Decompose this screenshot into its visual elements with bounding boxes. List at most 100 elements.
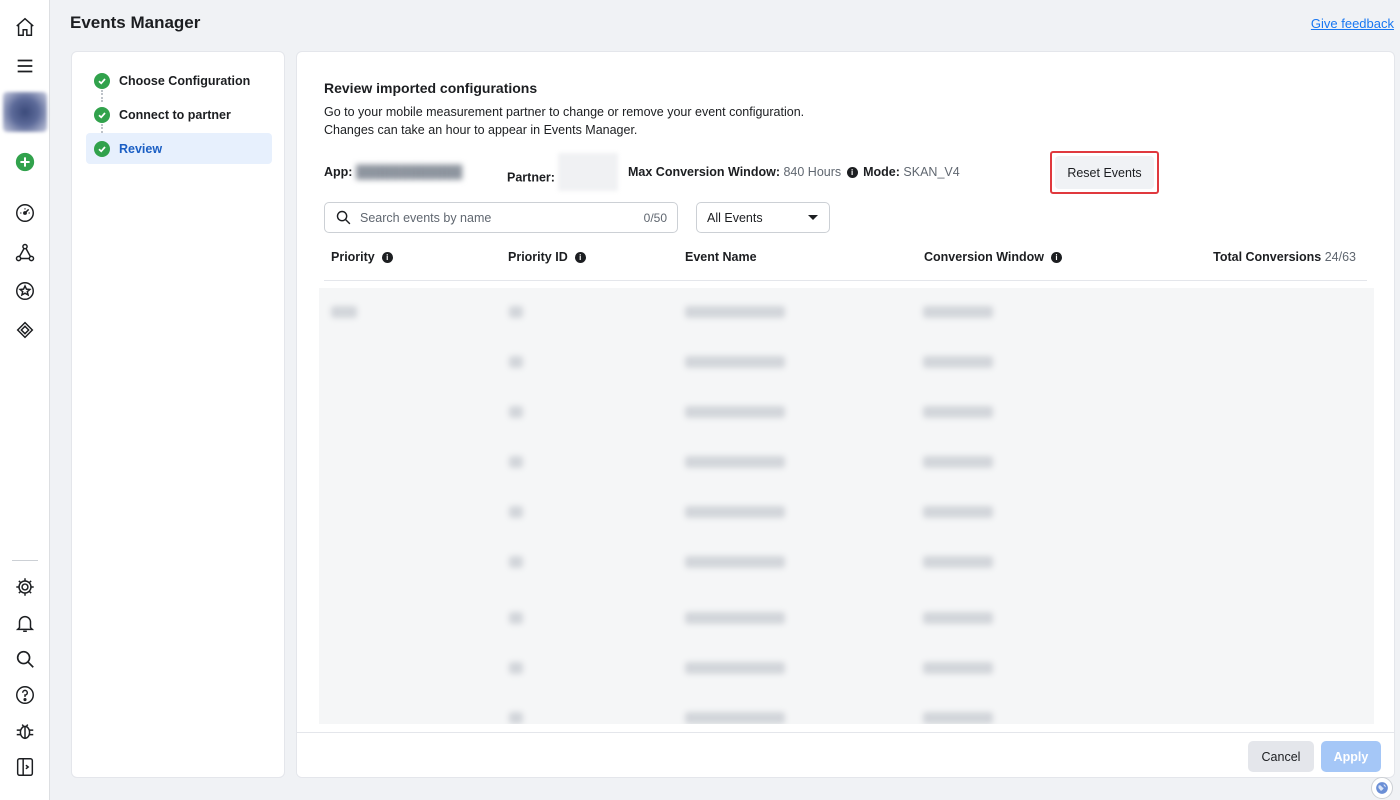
step-connect-to-partner[interactable]: Connect to partner bbox=[86, 99, 272, 130]
window-cell-redacted bbox=[923, 456, 993, 468]
add-icon[interactable] bbox=[13, 150, 37, 174]
column-label: Priority bbox=[331, 250, 375, 264]
event-name-cell-redacted bbox=[685, 506, 785, 518]
table-row[interactable] bbox=[319, 388, 1374, 438]
info-icon[interactable]: i bbox=[1051, 251, 1063, 263]
window-cell-redacted bbox=[923, 612, 993, 624]
search-char-count: 0/50 bbox=[643, 210, 667, 225]
account-avatar[interactable] bbox=[3, 92, 47, 132]
apply-button[interactable]: Apply bbox=[1321, 741, 1381, 772]
priority-id-cell-redacted bbox=[509, 306, 523, 318]
notifications-icon[interactable] bbox=[13, 611, 37, 635]
event-name-cell-redacted bbox=[685, 406, 785, 418]
events-table-body bbox=[319, 288, 1374, 724]
column-header-total-conversions: Total Conversions 24/63 bbox=[1213, 250, 1356, 264]
reset-events-button[interactable]: Reset Events bbox=[1055, 156, 1154, 189]
table-row[interactable] bbox=[319, 644, 1374, 694]
window-cell-redacted bbox=[923, 406, 993, 418]
partner-name-redacted bbox=[558, 153, 619, 191]
filter-selected-value: All Events bbox=[707, 210, 763, 225]
priority-id-cell-redacted bbox=[509, 662, 523, 674]
setup-steps-panel: Choose Configuration Connect to partner … bbox=[71, 51, 285, 778]
event-name-cell-redacted bbox=[685, 556, 785, 568]
column-header-event-name: Event Name bbox=[685, 250, 757, 264]
step-label: Review bbox=[119, 141, 163, 156]
priority-id-cell-redacted bbox=[509, 356, 523, 368]
partner-integrations-icon[interactable] bbox=[13, 318, 37, 342]
table-row[interactable] bbox=[319, 288, 1374, 338]
collapse-sidebar-icon[interactable] bbox=[13, 755, 37, 779]
partner-label: Partner: bbox=[507, 170, 555, 185]
search-icon bbox=[336, 210, 351, 225]
settings-icon[interactable] bbox=[13, 575, 37, 599]
description-line-1: Go to your mobile measurement partner to… bbox=[324, 105, 805, 119]
check-circle-icon bbox=[94, 106, 110, 123]
table-row[interactable] bbox=[319, 338, 1374, 388]
header-divider bbox=[324, 280, 1367, 281]
left-nav-rail bbox=[0, 0, 50, 800]
column-header-conversion-window: Conversion Window i bbox=[924, 250, 1064, 264]
column-label: Event Name bbox=[685, 250, 757, 264]
info-icon[interactable]: i bbox=[381, 251, 393, 263]
event-name-cell-redacted bbox=[685, 306, 785, 318]
action-footer: Cancel Apply bbox=[297, 732, 1394, 777]
column-label: Total Conversions bbox=[1213, 250, 1322, 264]
rail-divider bbox=[12, 560, 38, 561]
event-name-cell-redacted bbox=[685, 612, 785, 624]
data-sources-icon[interactable] bbox=[13, 241, 37, 265]
window-cell-redacted bbox=[923, 712, 993, 724]
partner-info: Partner: bbox=[507, 153, 619, 191]
event-search-box[interactable]: 0/50 bbox=[324, 202, 678, 233]
column-header-priority-id: Priority ID i bbox=[508, 250, 588, 264]
table-row[interactable] bbox=[319, 438, 1374, 488]
column-label: Conversion Window bbox=[924, 250, 1045, 264]
priority-id-cell-redacted bbox=[509, 556, 523, 568]
table-row[interactable] bbox=[319, 694, 1374, 724]
column-label: Priority ID bbox=[508, 250, 568, 264]
priority-id-cell-redacted bbox=[509, 506, 523, 518]
help-icon[interactable] bbox=[13, 683, 37, 707]
give-feedback-link[interactable]: Give feedback bbox=[1311, 16, 1394, 31]
menu-icon[interactable] bbox=[13, 54, 37, 78]
mode-label: Mode: bbox=[863, 165, 900, 179]
event-filter-dropdown[interactable]: All Events bbox=[696, 202, 830, 233]
app-info: App: ████████████ bbox=[324, 165, 462, 179]
conversion-window-info: Max Conversion Window: 840 Hours i Mode:… bbox=[628, 165, 960, 179]
priority-id-cell-redacted bbox=[509, 406, 523, 418]
review-panel: Review imported configurations Go to you… bbox=[296, 51, 1395, 778]
step-label: Connect to partner bbox=[119, 107, 231, 122]
priority-id-cell-redacted bbox=[509, 456, 523, 468]
app-label: App: bbox=[324, 165, 353, 179]
table-row[interactable] bbox=[319, 538, 1374, 588]
window-cell-redacted bbox=[923, 556, 993, 568]
window-cell-redacted bbox=[923, 506, 993, 518]
info-icon[interactable]: i bbox=[574, 251, 586, 263]
window-cell-redacted bbox=[923, 356, 993, 368]
cancel-button[interactable]: Cancel bbox=[1248, 741, 1314, 772]
priority-id-cell-redacted bbox=[509, 712, 523, 724]
priority-cell-redacted bbox=[331, 306, 357, 318]
app-name-redacted: ████████████ bbox=[355, 165, 463, 179]
event-name-cell-redacted bbox=[685, 356, 785, 368]
max-window-label: Max Conversion Window: bbox=[628, 165, 780, 179]
debug-icon[interactable] bbox=[13, 719, 37, 743]
window-cell-redacted bbox=[923, 662, 993, 674]
custom-conversions-icon[interactable] bbox=[13, 279, 37, 303]
search-input[interactable] bbox=[360, 210, 644, 225]
reset-events-highlight: Reset Events bbox=[1050, 151, 1159, 194]
event-name-cell-redacted bbox=[685, 662, 785, 674]
dashboard-icon[interactable] bbox=[13, 201, 37, 225]
mode-value: SKAN_V4 bbox=[903, 165, 960, 179]
home-icon[interactable] bbox=[13, 15, 37, 39]
description-line-2: Changes can take an hour to appear in Ev… bbox=[324, 123, 638, 137]
table-row[interactable] bbox=[319, 488, 1374, 538]
max-window-value: 840 Hours bbox=[783, 165, 842, 179]
step-choose-configuration[interactable]: Choose Configuration bbox=[86, 65, 272, 96]
table-row[interactable] bbox=[319, 594, 1374, 644]
event-name-cell-redacted bbox=[685, 712, 785, 724]
step-review[interactable]: Review bbox=[86, 133, 272, 164]
info-icon[interactable]: i bbox=[846, 167, 858, 179]
search-icon[interactable] bbox=[13, 647, 37, 671]
total-conversions-count: 24/63 bbox=[1324, 250, 1356, 264]
globe-icon[interactable] bbox=[1371, 777, 1393, 799]
